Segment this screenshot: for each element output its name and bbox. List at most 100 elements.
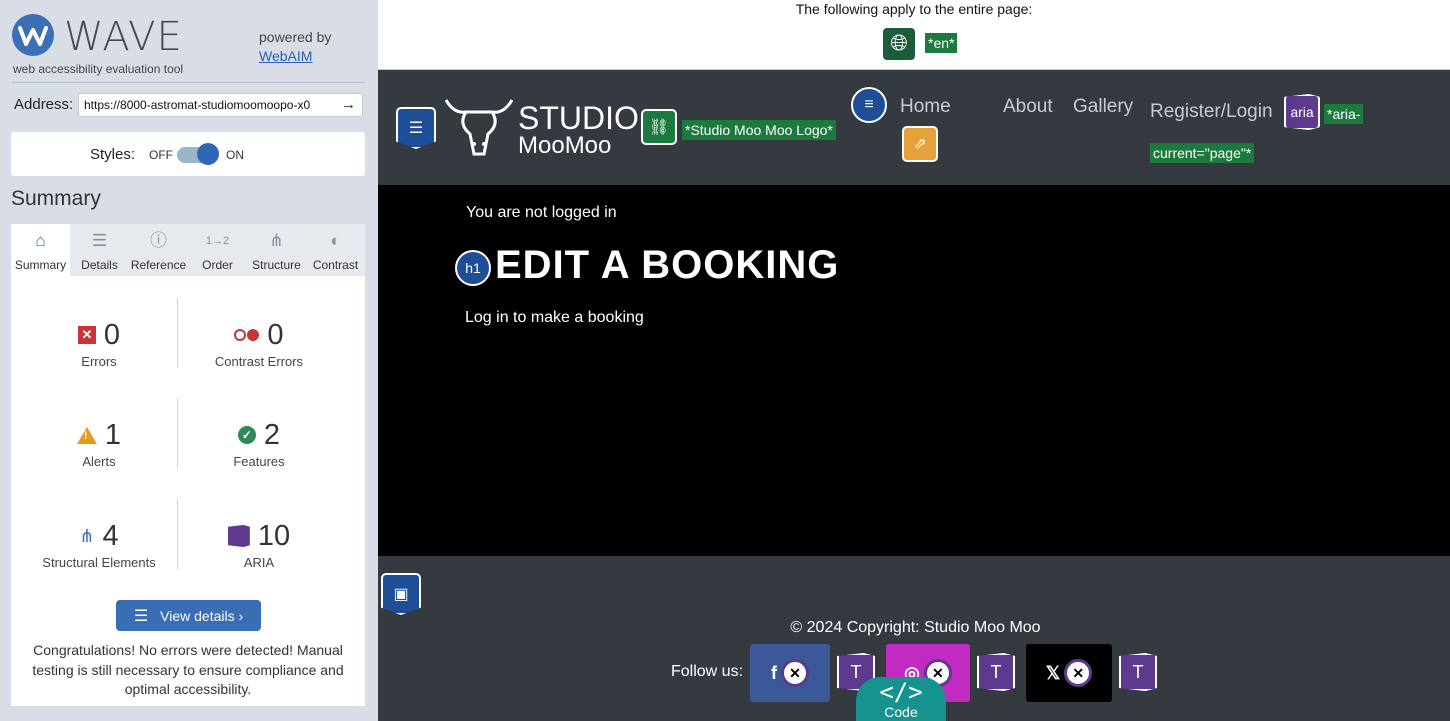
aria-count: 10 xyxy=(257,520,291,552)
tab-label: Details xyxy=(81,258,118,272)
tab-structure[interactable]: ⋔ Structure xyxy=(247,224,306,276)
home-icon: ⌂ xyxy=(35,231,46,250)
error-empty-link-icon: ✕ xyxy=(1064,659,1093,687)
cow-logo-icon xyxy=(444,99,514,156)
tab-summary[interactable]: ⌂ Summary xyxy=(11,224,70,276)
errors-count: 0 xyxy=(103,319,121,351)
summary-heading: Summary xyxy=(11,187,101,210)
page-level-bar: The following apply to the entire page: … xyxy=(378,0,1450,70)
structure-icon: ⋔ xyxy=(79,525,95,546)
feature-check-icon: ✓ xyxy=(237,426,256,444)
styles-toggle-knob[interactable] xyxy=(197,143,219,165)
stat-features[interactable]: ✓ 2 Features xyxy=(179,418,339,469)
features-label: Features xyxy=(233,454,285,469)
errors-label: Errors xyxy=(81,354,117,369)
code-label: Code xyxy=(884,704,918,720)
features-count: 2 xyxy=(263,419,281,451)
contrast-errors-count: 0 xyxy=(267,319,284,351)
structure-icon[interactable]: ▣ xyxy=(381,573,421,615)
page-title: EDIT A BOOKING xyxy=(495,243,840,287)
styles-panel: Styles: OFF ON xyxy=(11,132,365,176)
facebook-icon: f xyxy=(771,662,777,683)
facebook-link[interactable]: f ✕ xyxy=(750,644,830,702)
wave-logo-text: WAVE xyxy=(64,14,183,60)
address-value: https://8000-astromat-studiomoomoopo-x0 xyxy=(84,98,311,112)
language-tag: *en* xyxy=(925,33,958,53)
wave-logo-icon xyxy=(12,14,54,56)
aria-tabindex-icon[interactable]: T xyxy=(1119,653,1157,691)
stat-aria[interactable]: 10 ARIA xyxy=(179,519,339,570)
x-icon: 𝕏 xyxy=(1045,662,1061,683)
tab-order[interactable]: 1→2 Order xyxy=(188,224,247,276)
divider xyxy=(12,82,365,83)
powered-by: powered by WebAIM xyxy=(259,28,331,66)
nav-gallery[interactable]: Gallery xyxy=(1073,96,1133,118)
view-details-button[interactable]: ☰ View details › xyxy=(116,600,261,631)
order-icon: 1→2 xyxy=(205,235,230,247)
list-icon: ☰ xyxy=(133,607,149,625)
list-icon[interactable]: ≡ xyxy=(851,87,887,123)
login-status: You are not logged in xyxy=(466,204,617,221)
wave-sidebar: WAVE web accessibility evaluation tool p… xyxy=(0,0,378,721)
tab-label: Summary xyxy=(14,258,67,272)
structural-label: Structural Elements xyxy=(42,555,156,570)
nav-about[interactable]: About xyxy=(1003,96,1053,118)
tab-contrast[interactable]: ◐ Contrast xyxy=(306,224,365,276)
aria-tabindex-icon[interactable]: T xyxy=(977,653,1015,691)
error-icon: ✕ xyxy=(77,326,96,344)
aria-badge-label: aria xyxy=(1290,104,1314,120)
page-apply-text: The following apply to the entire page: xyxy=(795,1,1033,17)
linked-image-icon[interactable]: ⛓ xyxy=(641,109,677,145)
styles-on-label: ON xyxy=(226,148,244,162)
aria-icon xyxy=(227,525,250,547)
structure-icon[interactable]: ☰ xyxy=(396,107,436,149)
stat-structural[interactable]: ⋔ 4 Structural Elements xyxy=(19,519,179,570)
alerts-count: 1 xyxy=(104,419,122,451)
tab-reference[interactable]: ⓘ Reference xyxy=(129,224,188,276)
login-message: Log in to make a booking xyxy=(465,309,644,326)
info-icon: ⓘ xyxy=(150,231,167,250)
go-arrow-icon[interactable]: → xyxy=(341,96,356,113)
tab-label: Order xyxy=(202,258,233,272)
site-navbar: ☰ STUDIO MooMoo ⛓ *Studio Moo Moo Logo* … xyxy=(378,70,1450,185)
tab-label: Reference xyxy=(130,258,187,272)
structural-count: 4 xyxy=(102,520,119,552)
view-details-label: View details › xyxy=(160,607,244,624)
tab-label: Contrast xyxy=(312,258,359,272)
list-icon: ☰ xyxy=(91,231,108,250)
alerts-label: Alerts xyxy=(82,454,116,469)
logo-alt-tag: *Studio Moo Moo Logo* xyxy=(682,120,836,140)
wave-tagline: web accessibility evaluation tool xyxy=(13,62,184,76)
copyright: © 2024 Copyright: Studio Moo Moo xyxy=(790,619,1041,636)
stat-alerts[interactable]: ! 1 Alerts xyxy=(19,418,179,469)
webaim-link[interactable]: WebAIM xyxy=(259,48,312,64)
contrast-error-icon xyxy=(234,329,260,341)
alert-icon: ! xyxy=(76,426,97,444)
language-globe-icon[interactable]: 🌐︎ xyxy=(883,28,915,60)
brand-studio: STUDIO xyxy=(518,100,639,136)
alert-redundant-link-icon[interactable]: ⇗ xyxy=(902,126,938,162)
error-empty-link-icon: ✕ xyxy=(781,659,809,687)
follow-label: Follow us: xyxy=(671,663,744,680)
code-toggle-button[interactable]: </> Code xyxy=(856,677,946,721)
nav-home[interactable]: Home xyxy=(900,96,951,118)
contrast-icon: ◐ xyxy=(330,231,341,250)
h1-icon[interactable]: h1 xyxy=(455,250,491,286)
address-label: Address: xyxy=(14,96,74,113)
x-link[interactable]: 𝕏 ✕ xyxy=(1026,644,1112,702)
code-icon: </> xyxy=(879,678,923,706)
styles-off-label: OFF xyxy=(149,148,173,162)
tab-label: Structure xyxy=(252,258,301,272)
structure-icon: ⋔ xyxy=(269,231,284,250)
aria-tag-line1: *aria- xyxy=(1324,104,1364,124)
tab-details[interactable]: ☰ Details xyxy=(70,224,129,276)
address-input[interactable]: https://8000-astromat-studiomoomoopo-x0 … xyxy=(78,93,363,117)
stat-contrast-errors[interactable]: 0 Contrast Errors xyxy=(179,318,339,369)
aria-icon[interactable]: aria xyxy=(1284,94,1320,130)
powered-by-label: powered by xyxy=(259,29,332,45)
nav-register-login[interactable]: Register/Login xyxy=(1150,101,1273,123)
stat-errors[interactable]: ✕ 0 Errors xyxy=(19,318,179,369)
summary-panel: ✕ 0 Errors 0 Contrast Errors ! 1 Alerts … xyxy=(11,276,365,706)
congrats-message: Congratulations! No errors were detected… xyxy=(32,642,344,697)
page-main: You are not logged in h1 EDIT A BOOKING … xyxy=(378,185,1450,556)
